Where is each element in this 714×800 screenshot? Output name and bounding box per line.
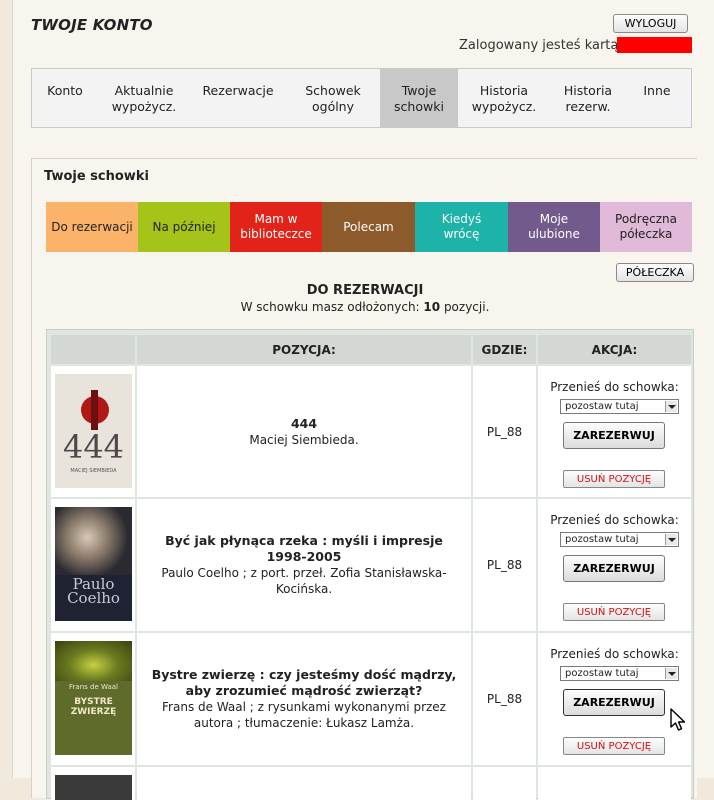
logout-button[interactable]: WYLOGUJ [613, 14, 688, 33]
remove-item-button[interactable]: USUŃ POZYCJĘ [563, 737, 665, 755]
shelf-tab-mam-w-biblioteczce[interactable]: Mam w biblioteczce [230, 202, 322, 252]
table-row-action: Przenieś do schowka: pozostaw tutaj ZARE… [538, 366, 691, 497]
nav-aktualnie-wypozycz[interactable]: Aktualnie wypożycz. [98, 69, 190, 127]
poleczka-button[interactable]: PÓŁECZKA [616, 263, 694, 282]
nav-twoje-schowki[interactable]: Twoje schowki [380, 69, 458, 127]
reserve-button[interactable]: ZAREZERWUJ [563, 555, 665, 582]
table-row-where [473, 767, 536, 800]
dropdown-arrow-icon [665, 401, 677, 412]
book-author: Frans de Waal ; z rysunkami wykonanymi p… [162, 700, 446, 714]
page-title: TWOJE KONTO [31, 16, 153, 34]
mouse-cursor-icon [670, 708, 686, 731]
table-row-cover: 444 MACIEJ SIEMBIEDA [51, 366, 135, 497]
move-to-shelf-select[interactable]: pozostaw tutaj [560, 399, 679, 414]
shelf-tab-na-pozniej[interactable]: Na później [138, 202, 230, 252]
section-title: DO REZERWACJI [306, 283, 424, 298]
table-row-action: Przenieś do schowka: pozostaw tutaj ZARE… [538, 499, 691, 631]
shelf-tab-polecam[interactable]: Polecam [322, 202, 415, 252]
panel-title: Twoje schowki [44, 169, 149, 184]
table-row-position: 444 Maciej Siembieda. [137, 366, 471, 497]
cover-portrait [55, 507, 132, 575]
book-author: Paulo Coelho ; z port. przeł. Zofia Stan… [161, 566, 447, 580]
book-cover-image[interactable]: Frans de Waal BYSTRE ZWIERZĘ [55, 641, 132, 755]
cover-cross [91, 390, 98, 430]
move-to-shelf-select[interactable]: pozostaw tutaj [560, 532, 679, 547]
shelves-panel: Twoje schowki Do rezerwacji Na później M… [31, 158, 697, 800]
nav-historia-wypozycz[interactable]: Historia wypożycz. [458, 69, 550, 127]
table-row-position: Bystre zwierzę : czy jesteśmy dość mądrz… [137, 633, 471, 765]
table-row-where: PL_88 [473, 499, 536, 631]
table-row-cover: Frans de Waal BYSTRE ZWIERZĘ [51, 633, 135, 765]
header-cover [51, 335, 135, 364]
nav-inne[interactable]: Inne [626, 69, 688, 127]
book-cover-image[interactable] [55, 775, 132, 800]
reserve-button[interactable]: ZAREZERWUJ [563, 689, 665, 716]
move-to-shelf-select[interactable]: pozostaw tutaj [560, 666, 679, 681]
shelf-tab-kiedys-wroce[interactable]: Kiedyś wrócę [415, 202, 508, 252]
book-author-cont: autora ; tłumaczenie: Łukasz Lamża. [193, 716, 415, 730]
reserve-button[interactable]: ZAREZERWUJ [563, 422, 665, 449]
table-row-action [538, 767, 691, 800]
remove-item-button[interactable]: USUŃ POZYCJĘ [563, 603, 665, 621]
logged-in-text: Zalogowany jesteś kartą: [459, 38, 623, 53]
location-code: PL_88 [486, 558, 523, 572]
location-code: PL_88 [486, 692, 523, 706]
shelf-tab-moje-ulubione[interactable]: Moje ulubione [508, 202, 600, 252]
items-table: POZYCJA: GDZIE: AKCJA: 444 MACIEJ SIEMBI… [46, 329, 694, 800]
header-position: POZYCJA: [137, 335, 471, 364]
book-title[interactable]: 444 [291, 416, 317, 432]
header-where: GDZIE: [473, 335, 536, 364]
book-title[interactable]: Być jak płynąca rzeka : myśli i impresje… [145, 533, 463, 565]
table-row-position: Być jak płynąca rzeka : myśli i impresje… [137, 499, 471, 631]
move-to-shelf-label: Przenieś do schowka: [550, 647, 679, 661]
dropdown-arrow-icon [665, 534, 677, 545]
cover-eye [55, 641, 132, 681]
nav-schowek-ogolny[interactable]: Schowek ogólny [286, 69, 380, 127]
location-code: PL_88 [486, 424, 523, 439]
nav-historia-rezerw[interactable]: Historia rezerw. [550, 69, 626, 127]
table-row-where: PL_88 [473, 366, 536, 497]
shelf-tabs: Do rezerwacji Na później Mam w bibliotecz… [46, 202, 692, 252]
nav-konto[interactable]: Konto [32, 69, 98, 127]
remove-item-button[interactable]: USUŃ POZYCJĘ [563, 470, 665, 488]
table-row-where: PL_88 [473, 633, 536, 765]
book-cover-image[interactable]: 444 MACIEJ SIEMBIEDA [55, 374, 132, 488]
nav-rezerwacje[interactable]: Rezerwacje [190, 69, 286, 127]
shelf-tab-do-rezerwacji[interactable]: Do rezerwacji [46, 202, 138, 252]
dropdown-arrow-icon [665, 668, 677, 679]
book-title[interactable]: Bystre zwierzę : czy jesteśmy dość mądrz… [145, 667, 463, 699]
account-nav: Konto Aktualnie wypożycz. Rezerwacje Scho… [31, 68, 692, 128]
shelf-count: W schowku masz odłożonych: 10 pozycji. [240, 300, 490, 314]
table-row-action: Przenieś do schowka: pozostaw tutaj ZARE… [538, 633, 691, 765]
table-row-position [137, 767, 471, 800]
move-to-shelf-label: Przenieś do schowka: [550, 513, 679, 527]
table-row-cover [51, 767, 135, 800]
book-author: Maciej Siembieda. [249, 432, 359, 447]
book-author-cont: Kocińska. [275, 582, 333, 596]
table-row-cover: Paulo Coelho [51, 499, 135, 631]
card-number-redacted [617, 37, 692, 53]
header-action: AKCJA: [538, 335, 691, 364]
page: TWOJE KONTO WYLOGUJ Zalogowany jesteś ka… [12, 0, 714, 800]
shelf-tab-podreczna-poleczka[interactable]: Podręczna półeczka [600, 202, 692, 252]
move-to-shelf-label: Przenieś do schowka: [550, 380, 679, 394]
book-cover-image[interactable]: Paulo Coelho [55, 507, 132, 621]
